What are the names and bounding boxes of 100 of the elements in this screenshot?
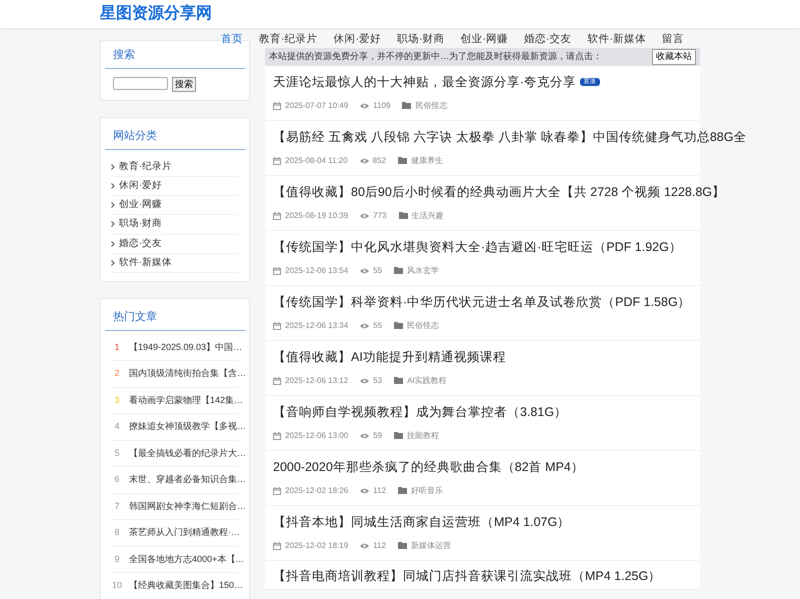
eye-icon bbox=[360, 378, 370, 384]
nav-link[interactable]: 婚恋·交友 bbox=[524, 32, 572, 48]
view-count: 852 bbox=[372, 154, 386, 167]
category-link[interactable]: 婚恋·交友 bbox=[119, 236, 162, 251]
post-title[interactable]: 【传统国学】科举资料·中华历代状元进士名单及试卷欣赏（PDF 1.58G） bbox=[273, 295, 691, 310]
rank-number: 9 bbox=[113, 552, 120, 566]
post-date: 2025-12-06 13:12 bbox=[285, 374, 348, 387]
nav-link[interactable]: 创业·网赚 bbox=[460, 32, 508, 48]
rank-number: 4 bbox=[113, 420, 120, 433]
search-button[interactable]: 搜索 bbox=[172, 76, 196, 92]
category-link[interactable]: 风水玄学 bbox=[407, 264, 440, 277]
article-link[interactable]: 茶艺师从入门到精通教程·… bbox=[129, 526, 240, 540]
calendar-icon bbox=[273, 542, 281, 550]
eye-icon bbox=[360, 432, 370, 439]
nav-link[interactable]: 首页 bbox=[221, 32, 243, 48]
eye-icon bbox=[360, 268, 370, 274]
category-link[interactable]: 休闲·爱好 bbox=[119, 178, 162, 193]
notice-text: 本站提供的资源免费分享，并不停的更新中…为了您能及时获得最新资源，请点击： bbox=[269, 50, 602, 63]
folder-icon bbox=[398, 542, 407, 550]
eye-icon bbox=[360, 488, 370, 494]
calendar-icon bbox=[273, 212, 281, 220]
folder-icon bbox=[398, 487, 407, 494]
calendar-icon bbox=[273, 486, 281, 495]
folder-icon bbox=[394, 432, 404, 440]
post-title[interactable]: 【传统国学】中化风水堪舆资料大全·趋吉避凶·旺宅旺运（PDF 1.92G） bbox=[273, 240, 682, 254]
chevron-icon bbox=[111, 240, 115, 247]
category-link[interactable]: 好听音乐 bbox=[410, 484, 443, 497]
bookmark-button[interactable]: 收藏本站 bbox=[652, 49, 696, 64]
article-link[interactable]: 撩妹追女神顶级教学【多视… bbox=[129, 420, 246, 434]
chevron-icon bbox=[111, 164, 115, 170]
nav-link[interactable]: 留言 bbox=[662, 32, 684, 48]
article-link[interactable]: 末世、穿越者必备知识合集… bbox=[129, 473, 246, 486]
eye-icon bbox=[360, 322, 370, 329]
post-date: 2025-08-19 10:39 bbox=[285, 210, 348, 222]
article-link[interactable]: 看动画学启蒙物理【142集… bbox=[129, 394, 244, 407]
nav-link[interactable]: 教育·纪录片 bbox=[259, 32, 318, 48]
post-date: 2025-12-02 18:19 bbox=[285, 540, 348, 552]
chevron-icon bbox=[111, 260, 115, 266]
calendar-icon bbox=[273, 102, 281, 110]
article-link[interactable]: 【最全搞钱必看的纪录片大… bbox=[129, 446, 246, 460]
article-link[interactable]: 【经典收藏美图集合】150… bbox=[129, 579, 244, 592]
eye-icon bbox=[360, 212, 370, 219]
search-field[interactable] bbox=[113, 76, 168, 90]
rank-number: 10 bbox=[111, 579, 123, 592]
rank-number: 8 bbox=[113, 526, 120, 539]
folder-icon bbox=[398, 212, 408, 220]
view-count: 112 bbox=[373, 540, 386, 552]
post-title[interactable]: 【抖音电商培训教程】同城门店抖音获课引流实战班（MP4 1.25G） bbox=[273, 568, 662, 582]
category-link[interactable]: 职场·财商 bbox=[119, 217, 162, 232]
folder-icon bbox=[398, 157, 407, 164]
post-date: 2025-12-06 13:34 bbox=[285, 320, 348, 332]
calendar-icon bbox=[273, 156, 281, 165]
rank-number: 3 bbox=[113, 394, 120, 406]
category-link[interactable]: 创业·网赚 bbox=[119, 198, 162, 212]
article-link[interactable]: 韩国网剧女神李海仁短剧合… bbox=[129, 500, 246, 513]
nav-link[interactable]: 休闲·爱好 bbox=[334, 32, 381, 48]
calendar-icon bbox=[273, 376, 281, 385]
rank-number: 2 bbox=[113, 367, 120, 380]
calendar-icon bbox=[273, 322, 281, 330]
category-link[interactable]: 教育·纪录片 bbox=[119, 160, 172, 174]
eye-icon bbox=[360, 542, 370, 549]
post-title[interactable]: 天涯论坛最惊人的十大神贴，最全资源分享·夸克分享 bbox=[273, 75, 576, 90]
rank-number: 7 bbox=[113, 500, 120, 512]
calendar-icon bbox=[273, 432, 281, 440]
folder-icon bbox=[394, 267, 404, 274]
rank-number: 6 bbox=[113, 473, 120, 486]
panel-title: 网站分类 bbox=[105, 128, 245, 150]
rank-number: 5 bbox=[113, 446, 120, 460]
post-date: 2025-12-02 18:26 bbox=[285, 484, 348, 497]
post-title[interactable]: 【抖音本地】同城生活商家自运营班（MP4 1.07G） bbox=[273, 515, 570, 530]
view-count: 1109 bbox=[373, 100, 390, 112]
post-date: 2025-12-06 13:54 bbox=[285, 264, 348, 277]
view-count: 112 bbox=[373, 484, 386, 497]
category-link[interactable]: 健康养生 bbox=[410, 154, 443, 167]
view-count: 59 bbox=[373, 430, 382, 442]
panel-title: 搜索 bbox=[105, 47, 245, 68]
article-link[interactable]: 【1949-2025.09.03】中国… bbox=[129, 340, 242, 354]
category-link[interactable]: 技能教程 bbox=[407, 430, 440, 442]
post-title[interactable]: 2000-2020年那些杀疯了的经典歌曲合集（82首 MP4） bbox=[273, 460, 584, 474]
panel-title: 热门文章 bbox=[105, 309, 245, 330]
post-title[interactable]: 【音响师自学视频教程】成为舞台掌控者（3.81G） bbox=[273, 405, 568, 420]
post-date: 2025-12-06 13:00 bbox=[285, 430, 348, 442]
category-link[interactable]: 民俗怪志 bbox=[407, 320, 440, 332]
post-title[interactable]: 【易筋经 五禽戏 八段锦 六字诀 太极拳 八卦掌 咏春拳】中国传统健身气功总88G全 bbox=[273, 130, 746, 144]
post-date: 2025-08-04 11:20 bbox=[285, 154, 348, 167]
category-link[interactable]: 民俗怪志 bbox=[415, 100, 448, 112]
post-title[interactable]: 【值得收藏】80后90后小时候看的经典动画片大全【共 2728 个视频 1228.8G】 bbox=[273, 185, 725, 200]
nav-link[interactable]: 职场·财商 bbox=[397, 32, 444, 48]
category-link[interactable]: 新媒体运营 bbox=[410, 540, 451, 552]
eye-icon bbox=[360, 102, 370, 109]
category-link[interactable]: 软件·新媒体 bbox=[119, 256, 172, 270]
article-link[interactable]: 全国各地地方志4000+本【… bbox=[129, 552, 244, 566]
site-title[interactable]: 星图资源分享网 bbox=[100, 5, 212, 22]
nav-link[interactable]: 软件·新媒体 bbox=[588, 32, 646, 48]
folder-icon bbox=[394, 377, 404, 384]
category-link[interactable]: 生活兴趣 bbox=[412, 210, 444, 222]
article-link[interactable]: 国内顶级清纯街拍合集【含… bbox=[129, 367, 246, 380]
post-title[interactable]: 【值得收藏】AI功能提升到精通视频课程 bbox=[273, 350, 506, 364]
category-link[interactable]: AI实践教程 bbox=[407, 374, 447, 387]
view-count: 55 bbox=[373, 320, 382, 332]
